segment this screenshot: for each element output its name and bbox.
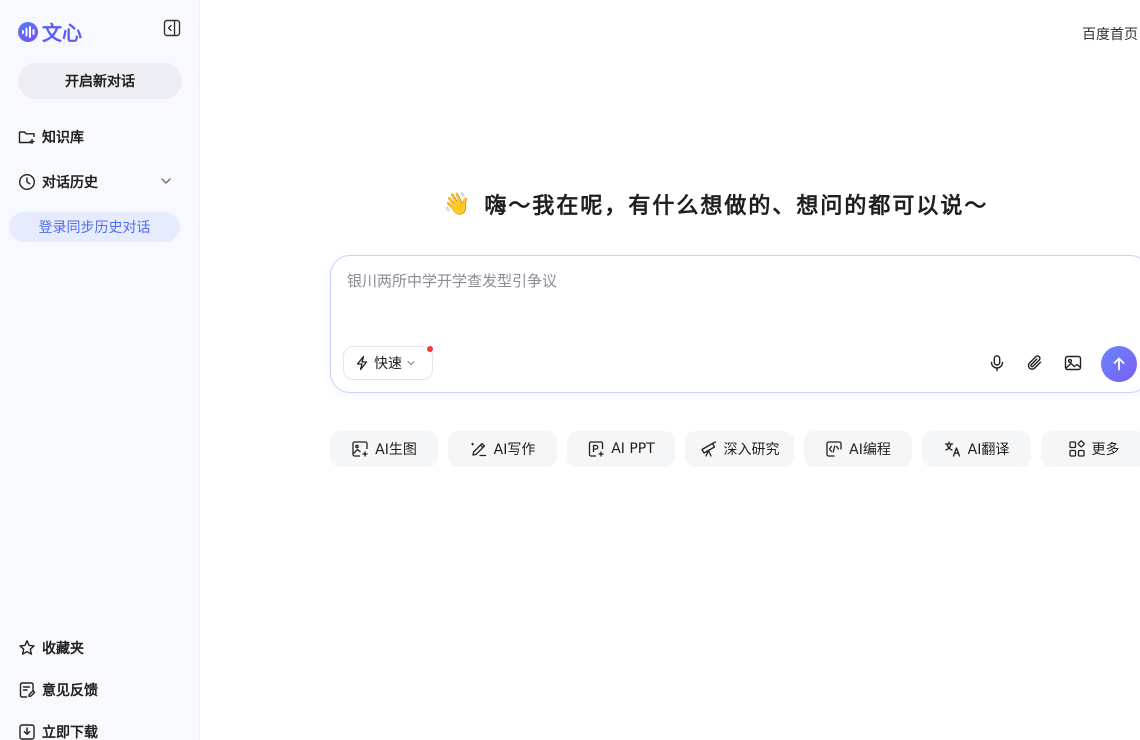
main-panel: 百度首页 👋 嗨～我在呢，有什么想做的、想问的都可以说～ 快速	[200, 0, 1140, 740]
quick-action-ai-ppt[interactable]: AI PPT	[567, 431, 675, 467]
quick-action-label: AI PPT	[611, 441, 655, 457]
waving-hand-icon: 👋	[443, 191, 471, 217]
send-button[interactable]	[1101, 346, 1137, 382]
sidebar-item-label: 知识库	[42, 130, 84, 146]
upload-image-button[interactable]	[1062, 352, 1084, 374]
notice-dot	[427, 346, 433, 352]
code-icon	[825, 440, 843, 458]
quick-action-ai-writing[interactable]: AI写作	[448, 431, 557, 467]
greeting-text: 嗨～我在呢，有什么想做的、想问的都可以说～	[484, 194, 989, 219]
voice-input-button[interactable]	[986, 352, 1008, 374]
sidebar-collapse-icon	[163, 19, 181, 37]
sidebar-item-label: 立即下载	[42, 725, 98, 740]
sidebar-item-download[interactable]: 立即下载	[18, 722, 98, 740]
chevron-down-icon	[159, 174, 173, 188]
mode-selector[interactable]: 快速	[343, 346, 433, 380]
quick-action-label: AI写作	[493, 442, 536, 458]
ppt-icon	[587, 440, 605, 458]
baidu-home-link[interactable]: 百度首页	[1082, 24, 1138, 44]
quick-action-label: 深入研究	[723, 442, 780, 458]
lightning-icon	[354, 355, 370, 371]
sidebar-item-feedback[interactable]: 意见反馈	[18, 680, 98, 700]
quick-action-label: AI翻译	[967, 442, 1010, 458]
grid-more-icon	[1068, 440, 1086, 458]
chevron-down-icon	[406, 358, 416, 368]
sidebar-item-knowledge-base[interactable]: 知识库	[18, 127, 84, 147]
quick-action-deep-research[interactable]: 深入研究	[685, 431, 794, 467]
sidebar-item-favorites[interactable]: 收藏夹	[18, 638, 84, 658]
prompt-input[interactable]	[345, 268, 1109, 294]
sidebar-item-chat-history[interactable]: 对话历史	[18, 172, 98, 192]
quick-action-label: 更多	[1091, 442, 1120, 458]
chat-input-box: 快速	[330, 255, 1140, 393]
quick-actions: AI生图 AI写作 AI PPT 深入研究 AI编程 AI翻译 更多	[330, 431, 1140, 467]
quick-action-ai-translate[interactable]: AI翻译	[922, 431, 1031, 467]
image-icon	[1064, 354, 1082, 372]
collapse-sidebar-button[interactable]	[162, 18, 182, 38]
pen-icon	[470, 440, 488, 458]
arrow-up-icon	[1111, 356, 1127, 372]
quick-action-label: AI编程	[849, 442, 891, 458]
brand-logo[interactable]: 文心	[17, 17, 82, 46]
sidebar: 文心 开启新对话 知识库 对话历史 登录同步历史对话 收藏夹 意见反馈 立即下载	[0, 0, 200, 740]
attach-file-button[interactable]	[1024, 352, 1046, 374]
download-icon	[18, 723, 36, 740]
quick-action-ai-image[interactable]: AI生图	[330, 431, 438, 467]
clock-icon	[18, 173, 36, 191]
microphone-icon	[988, 354, 1006, 372]
image-gen-icon	[351, 440, 369, 458]
paperclip-icon	[1026, 354, 1044, 372]
translate-icon	[944, 440, 962, 458]
sidebar-item-label: 意见反馈	[42, 683, 98, 699]
quick-action-ai-coding[interactable]: AI编程	[804, 431, 912, 467]
quick-action-more[interactable]: 更多	[1041, 431, 1140, 467]
quick-action-label: AI生图	[375, 442, 417, 458]
brand-name: 文心	[42, 21, 82, 45]
sidebar-item-label: 收藏夹	[42, 641, 84, 657]
star-icon	[18, 639, 36, 657]
telescope-icon	[700, 440, 718, 458]
wenxin-logo-icon	[17, 21, 39, 43]
history-expand-toggle[interactable]	[158, 173, 174, 189]
mode-label: 快速	[374, 356, 402, 372]
sidebar-item-label: 对话历史	[42, 175, 98, 191]
app-root: 文心 开启新对话 知识库 对话历史 登录同步历史对话 收藏夹 意见反馈 立即下载…	[0, 0, 1140, 740]
feedback-icon	[18, 681, 36, 699]
greeting: 👋 嗨～我在呢，有什么想做的、想问的都可以说～	[443, 188, 988, 220]
folder-plus-icon	[18, 128, 36, 146]
login-sync-history-button[interactable]: 登录同步历史对话	[9, 212, 180, 242]
new-chat-button[interactable]: 开启新对话	[18, 63, 182, 99]
